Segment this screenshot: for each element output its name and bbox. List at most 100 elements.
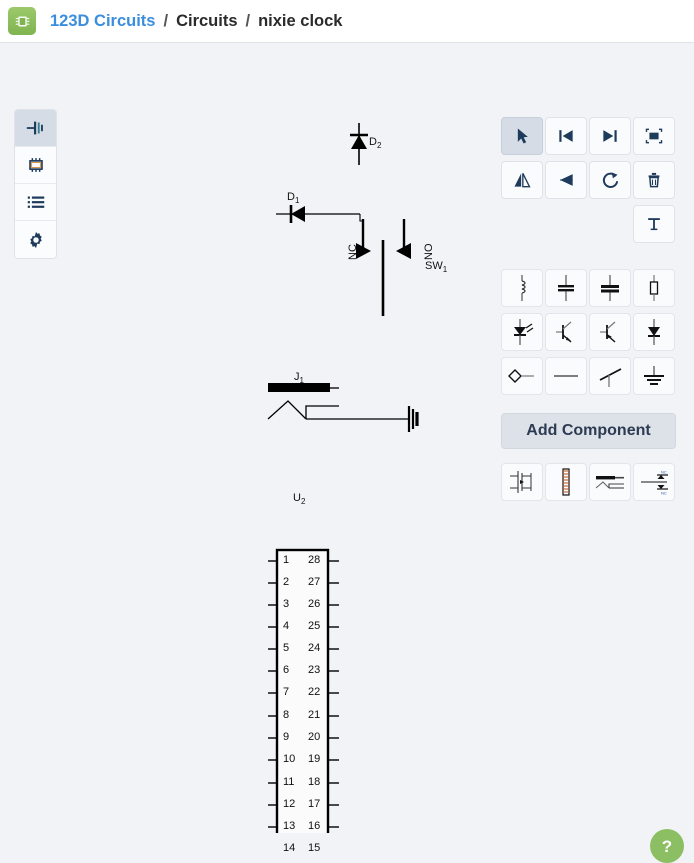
- part-sw1[interactable]: [356, 219, 411, 316]
- ic-pin-left-3: 3: [283, 598, 290, 610]
- ic-pin-left-14: 14: [283, 842, 296, 854]
- toolbar-row-3: [501, 205, 676, 243]
- schematic-canvas[interactable]: 1 28 2 27 3 26 4 25 5 24 6 23 7 22 8 21 9 20 10 19 11 18 12 17 1…: [0, 43, 694, 863]
- part-u2[interactable]: [268, 548, 339, 833]
- chip-icon: [28, 158, 43, 172]
- gear-icon: [29, 231, 42, 248]
- thumb-pin-strip-button[interactable]: [545, 463, 587, 501]
- chip-icon[interactable]: [8, 7, 36, 35]
- sidebar-item-pcb[interactable]: [15, 147, 56, 184]
- palette-inductor-button[interactable]: [501, 269, 543, 307]
- svg-text:NC: NC: [661, 470, 667, 475]
- toolbar-spacer-3: [589, 205, 631, 243]
- ic-pin-right-16: 16: [308, 820, 321, 832]
- palette-npn-transistor-button[interactable]: [545, 313, 587, 351]
- ic-pin-left-7: 7: [283, 686, 290, 698]
- connector-icon: [508, 369, 534, 383]
- toolbar-row-2: [501, 161, 676, 199]
- label-j1: J1: [294, 371, 304, 386]
- palette-pnp-transistor-button[interactable]: [589, 313, 631, 351]
- select-all-icon: [645, 128, 663, 144]
- ic-pin-right-27: 27: [308, 576, 321, 588]
- help-button[interactable]: ?: [650, 829, 684, 863]
- palette-led-button[interactable]: [501, 313, 543, 351]
- palette-switch-button[interactable]: [589, 357, 631, 395]
- ic-pin-left-8: 8: [283, 709, 290, 721]
- bring-to-front-button[interactable]: [589, 117, 631, 155]
- breadcrumb-root[interactable]: 123D Circuits: [50, 12, 155, 31]
- ic-pin-right-23: 23: [308, 664, 321, 676]
- ic-pin-right-20: 20: [308, 731, 321, 743]
- label-sw1: SW1: [425, 260, 448, 275]
- switch-icon: [599, 368, 622, 387]
- flip-vertical-icon: [560, 174, 573, 186]
- capacitor-icon: [558, 275, 574, 301]
- ic-pin-right-18: 18: [308, 776, 321, 788]
- label-d1: D1: [287, 191, 300, 206]
- breadcrumb-separator-2: /: [245, 11, 251, 30]
- wire-icon: [554, 375, 578, 377]
- thumb-mosfet-button[interactable]: [501, 463, 543, 501]
- delete-button[interactable]: [633, 161, 675, 199]
- list-icon: [27, 196, 44, 208]
- part-d1[interactable]: [276, 205, 360, 223]
- breadcrumb-project: nixie clock: [258, 11, 343, 30]
- jack-thumb-icon: [595, 476, 624, 489]
- flip-vertical-button[interactable]: [545, 161, 587, 199]
- ic-pin-left-2: 2: [283, 576, 290, 588]
- sidebar-item-components-list[interactable]: [15, 184, 56, 221]
- ic-pin-right-17: 17: [308, 798, 321, 810]
- palette-wire-button[interactable]: [545, 357, 587, 395]
- palette-connector-button[interactable]: [501, 357, 543, 395]
- palette-polarized-capacitor-button[interactable]: [589, 269, 631, 307]
- ground-icon: [644, 366, 664, 385]
- add-component-button[interactable]: Add Component: [501, 413, 676, 449]
- palette-diode-button[interactable]: [633, 313, 675, 351]
- svg-text:?: ?: [662, 837, 672, 856]
- select-tool-button[interactable]: [501, 117, 543, 155]
- thumb-jack-button[interactable]: [589, 463, 631, 501]
- send-to-back-button[interactable]: [545, 117, 587, 155]
- ic-pin-right-21: 21: [308, 709, 321, 721]
- ic-pin-left-11: 11: [283, 776, 295, 788]
- app-header: 123D Circuits / Circuits / nixie clock: [0, 0, 694, 43]
- text-tool-button[interactable]: [633, 205, 675, 243]
- send-to-back-icon: [559, 130, 573, 142]
- thumb-switch-nc-no-button[interactable]: NC NC: [633, 463, 675, 501]
- ic-pin-left-4: 4: [283, 620, 290, 632]
- polarized-capacitor-icon: [601, 275, 619, 301]
- label-d2: D2: [369, 136, 382, 151]
- mosfet-thumb-icon: [510, 471, 532, 493]
- ic-pin-left-10: 10: [283, 753, 296, 765]
- sidebar-item-schematic[interactable]: [15, 110, 56, 147]
- select-all-button[interactable]: [633, 117, 675, 155]
- component-palette: [501, 269, 676, 395]
- ic-pin-right-24: 24: [308, 642, 321, 654]
- ic-pin-left-1: 1: [283, 554, 290, 566]
- label-sw1-nc: NC: [347, 244, 359, 260]
- pnp-transistor-icon: [600, 321, 616, 343]
- rotate-button[interactable]: [589, 161, 631, 199]
- toolbar-spacer-1: [501, 205, 543, 243]
- npn-transistor-icon: [556, 321, 572, 343]
- ic-pin-left-5: 5: [283, 642, 290, 654]
- sidebar-item-settings[interactable]: [15, 221, 56, 258]
- ic-pin-right-22: 22: [308, 686, 321, 698]
- pin-strip-thumb-icon: [562, 468, 570, 496]
- right-toolbar-panel: Add Component NC NC: [501, 117, 676, 501]
- palette-ground-button[interactable]: [633, 357, 675, 395]
- label-sw1-no: NO: [423, 243, 435, 261]
- svg-text:NC: NC: [661, 491, 667, 496]
- flip-horizontal-button[interactable]: [501, 161, 543, 199]
- part-j1[interactable]: [267, 383, 419, 432]
- question-mark-icon: ?: [662, 837, 672, 856]
- ic-pin-left-6: 6: [283, 664, 290, 676]
- breadcrumb-section[interactable]: Circuits: [176, 12, 237, 31]
- palette-resistor-button[interactable]: [633, 269, 675, 307]
- ic-pin-right-28: 28: [308, 554, 321, 566]
- toolbar-spacer-2: [545, 205, 587, 243]
- palette-capacitor-button[interactable]: [545, 269, 587, 307]
- inductor-icon: [521, 275, 526, 301]
- breadcrumb: 123D Circuits / Circuits / nixie clock: [50, 12, 342, 31]
- part-d2[interactable]: [350, 123, 368, 165]
